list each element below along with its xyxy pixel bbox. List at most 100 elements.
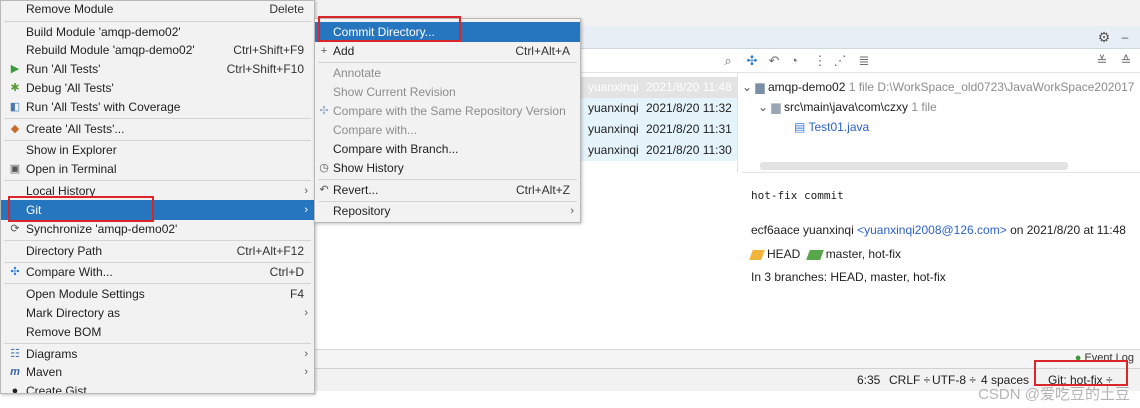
commit-row[interactable]: yuanxinqi 2021/8/20 11:30 bbox=[580, 140, 737, 161]
compare-icon: ✣ bbox=[10, 266, 20, 278]
git-tool-window-header bbox=[580, 26, 1140, 49]
chevron-right-icon: › bbox=[304, 348, 308, 360]
module-path: D:\WorkSpace_old0723\JavaWorkSpace202017 bbox=[877, 80, 1135, 94]
menu-item-show-current-revision[interactable]: Show Current Revision bbox=[315, 82, 580, 102]
collapse-icon[interactable]: ⋰ bbox=[832, 53, 848, 69]
tree-file-row[interactable]: ▤ Test01.java bbox=[794, 117, 869, 137]
commit-row[interactable]: yuanxinqi 2021/8/20 11:48 bbox=[580, 77, 737, 98]
menu-label: Remove Module bbox=[26, 2, 114, 16]
menu-item-diagrams[interactable]: ☷ Diagrams › bbox=[1, 344, 314, 364]
menu-item-compare-repo-version[interactable]: ✣ Compare with the Same Repository Versio… bbox=[315, 101, 580, 121]
commit-author: yuanxinqi bbox=[588, 122, 639, 136]
commit-hash: ecf6aace bbox=[751, 223, 800, 237]
menu-label: Annotate bbox=[333, 66, 382, 80]
menu-item-synchronize[interactable]: ⟳ Synchronize 'amqp-demo02' bbox=[1, 219, 314, 239]
chevron-right-icon: › bbox=[570, 205, 574, 217]
horizontal-scrollbar[interactable] bbox=[760, 162, 1068, 170]
menu-item-remove-module[interactable]: Remove Module Delete bbox=[1, 0, 314, 19]
menu-shortcut: Ctrl+Alt+Z bbox=[515, 183, 570, 197]
module-name: amqp-demo02 bbox=[767, 80, 846, 94]
package-path: src\main\java\com\czxy bbox=[783, 100, 909, 114]
run-icon: ▶ bbox=[10, 63, 20, 75]
collapse-all-icon[interactable]: ≙ bbox=[1118, 53, 1134, 69]
menu-item-show-history[interactable]: ◷ Show History bbox=[315, 158, 580, 178]
menu-shortcut: Ctrl+Shift+F10 bbox=[226, 62, 304, 76]
menu-item-show-in-explorer[interactable]: Show in Explorer bbox=[1, 140, 314, 160]
commit-author: yuanxinqi bbox=[803, 223, 854, 237]
coverage-icon: ◧ bbox=[9, 101, 21, 113]
layout-icon[interactable]: ≣ bbox=[856, 53, 872, 69]
menu-shortcut: F4 bbox=[289, 287, 304, 301]
create-config-icon: ◆ bbox=[10, 123, 20, 135]
git-submenu: Commit Directory... + Add Ctrl+Alt+A Annot… bbox=[314, 18, 581, 223]
expand-all-icon[interactable]: ≚ bbox=[1094, 53, 1110, 69]
menu-item-compare-with[interactable]: Compare with... bbox=[315, 120, 580, 140]
gear-icon[interactable]: ⚙ bbox=[1096, 29, 1112, 45]
chevron-right-icon: › bbox=[304, 366, 308, 378]
maven-icon: m bbox=[10, 366, 20, 378]
history-icon[interactable]: ◔ bbox=[786, 53, 802, 69]
menu-item-run-coverage[interactable]: ◧ Run 'All Tests' with Coverage bbox=[1, 97, 314, 117]
watermark: CSDN @爱吃豆的土豆 bbox=[978, 386, 1130, 403]
menu-item-compare-with[interactable]: ✣ Compare With... Ctrl+D bbox=[1, 262, 314, 282]
menu-label: Open Module Settings bbox=[26, 287, 145, 301]
menu-item-debug-tests[interactable]: ✱ Debug 'All Tests' bbox=[1, 78, 314, 98]
menu-label: Run 'All Tests' bbox=[26, 62, 101, 76]
author-email-link[interactable]: <yuanxinqi2008@126.com> bbox=[857, 223, 1007, 237]
chevron-down-icon[interactable]: ⌄ bbox=[758, 100, 768, 114]
menu-item-directory-path[interactable]: Directory Path Ctrl+Alt+F12 bbox=[1, 241, 314, 261]
menu-item-add[interactable]: + Add Ctrl+Alt+A bbox=[315, 41, 580, 61]
menu-label: Show History bbox=[333, 161, 404, 175]
file-encoding[interactable]: UTF-8 ÷ bbox=[932, 373, 976, 387]
menu-shortcut: Ctrl+D bbox=[269, 265, 304, 279]
chevron-down-icon[interactable]: ⌄ bbox=[742, 80, 752, 94]
menu-item-create-gist[interactable]: ● Create Gist... bbox=[1, 381, 314, 393]
menu-label: Debug 'All Tests' bbox=[26, 81, 114, 95]
menu-item-open-terminal[interactable]: ▣ Open in Terminal bbox=[1, 159, 314, 179]
commit-author: yuanxinqi bbox=[588, 101, 639, 115]
menu-item-run-tests[interactable]: ▶ Run 'All Tests' Ctrl+Shift+F10 bbox=[1, 59, 314, 79]
menu-label: Compare with... bbox=[333, 123, 418, 137]
cherry-pick-icon[interactable]: ✣ bbox=[744, 53, 760, 69]
menu-item-rebuild-module[interactable]: Rebuild Module 'amqp-demo02' Ctrl+Shift+F… bbox=[1, 40, 314, 60]
github-icon: ● bbox=[11, 385, 19, 393]
head-ref: HEAD bbox=[767, 247, 801, 261]
menu-label: Compare with the Same Repository Version bbox=[333, 104, 566, 118]
commit-date: 2021/8/20 11:31 bbox=[646, 122, 732, 136]
git-log-toolbar: ⌕ ✣ ↶ ◔ ⋮ ⋰ ≣ ≚ ≙ bbox=[580, 50, 1140, 73]
commit-row[interactable]: yuanxinqi 2021/8/20 11:32 bbox=[580, 98, 737, 119]
chevron-right-icon: › bbox=[304, 307, 308, 319]
menu-item-revert[interactable]: ↶ Revert... Ctrl+Alt+Z bbox=[315, 180, 580, 200]
minimize-icon[interactable]: – bbox=[1118, 29, 1132, 45]
menu-item-module-settings[interactable]: Open Module Settings F4 bbox=[1, 284, 314, 304]
chevron-right-icon: › bbox=[304, 204, 308, 216]
panel-divider[interactable] bbox=[737, 72, 738, 172]
branch-refs: master, hot-fix bbox=[825, 247, 902, 261]
menu-item-build-module[interactable]: Build Module 'amqp-demo02' bbox=[1, 22, 314, 42]
search-icon[interactable]: ⌕ bbox=[720, 53, 736, 69]
tool-window-strip: ● Event Log bbox=[314, 349, 1140, 369]
tree-module-row[interactable]: ⌄ ▆ amqp-demo02 1 file D:\WorkSpace_old0… bbox=[742, 77, 1134, 97]
debug-icon: ✱ bbox=[10, 82, 20, 94]
graph-icon[interactable]: ⋮ bbox=[812, 53, 828, 69]
highlight-box bbox=[318, 16, 461, 42]
menu-item-maven[interactable]: m Maven › bbox=[1, 362, 314, 382]
revert-icon: ↶ bbox=[319, 184, 329, 196]
menu-label: Show in Explorer bbox=[26, 143, 117, 157]
tree-package-row[interactable]: ⌄ ▆ src\main\java\com\czxy 1 file bbox=[758, 97, 937, 117]
menu-item-repository[interactable]: Repository › bbox=[315, 201, 580, 221]
commit-timestamp: on 2021/8/20 at 11:48 bbox=[1010, 223, 1126, 237]
commit-refs: HEAD master, hot-fix bbox=[749, 247, 902, 261]
commit-row[interactable]: yuanxinqi 2021/8/20 11:31 bbox=[580, 119, 737, 140]
menu-item-annotate[interactable]: Annotate bbox=[315, 63, 580, 83]
caret-position[interactable]: 6:35 bbox=[857, 373, 880, 387]
undo-icon[interactable]: ↶ bbox=[766, 53, 782, 69]
line-separator[interactable]: CRLF ÷ bbox=[889, 373, 930, 387]
menu-item-compare-with-branch[interactable]: Compare with Branch... bbox=[315, 139, 580, 159]
tag-icon bbox=[749, 249, 765, 260]
menu-item-remove-bom[interactable]: Remove BOM bbox=[1, 322, 314, 342]
menu-item-mark-directory[interactable]: Mark Directory as › bbox=[1, 303, 314, 323]
commit-date: 2021/8/20 11:32 bbox=[646, 101, 732, 115]
menu-item-create-tests[interactable]: ◆ Create 'All Tests'... bbox=[1, 119, 314, 139]
menu-label: Build Module 'amqp-demo02' bbox=[26, 25, 181, 39]
